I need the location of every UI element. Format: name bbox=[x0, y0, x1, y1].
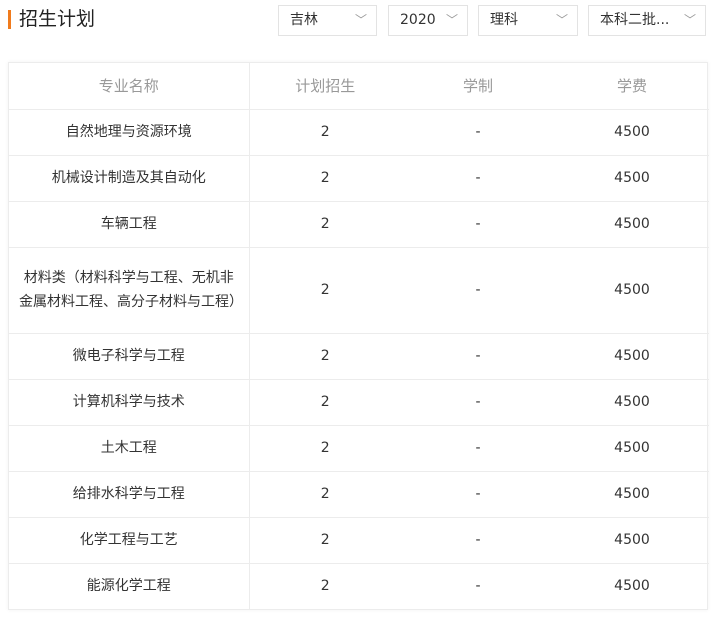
fee-cell: 4500 bbox=[555, 379, 709, 426]
table-row: 能源化学工程 2 - 4500 bbox=[9, 563, 709, 609]
batch-select-value: 本科二批... bbox=[600, 12, 670, 28]
table-row: 自然地理与资源环境 2 - 4500 bbox=[9, 109, 709, 156]
fee-cell: 4500 bbox=[555, 425, 709, 472]
major-cell: 给排水科学与工程 bbox=[9, 471, 250, 518]
plan-cell: 2 bbox=[249, 109, 401, 156]
table-row: 计算机科学与技术 2 - 4500 bbox=[9, 379, 709, 426]
chevron-down-icon: ﹀ bbox=[555, 13, 568, 27]
year-select-value: 2020 bbox=[400, 12, 436, 28]
fee-cell: 4500 bbox=[555, 201, 709, 248]
table-header-row: 专业名称 计划招生 学制 学费 bbox=[9, 63, 709, 110]
fee-cell: 4500 bbox=[555, 155, 709, 202]
chevron-down-icon: ﹀ bbox=[445, 13, 458, 27]
table-row: 材料类（材料科学与工程、无机非金属材料工程、高分子材料与工程） 2 - 4500 bbox=[9, 247, 709, 334]
duration-cell: - bbox=[401, 247, 555, 334]
duration-cell: - bbox=[401, 379, 555, 426]
major-cell: 车辆工程 bbox=[9, 201, 250, 248]
major-cell: 机械设计制造及其自动化 bbox=[9, 155, 250, 202]
title-accent-bar bbox=[8, 10, 11, 29]
column-header-duration: 学制 bbox=[401, 63, 555, 110]
major-cell: 微电子科学与工程 bbox=[9, 333, 250, 380]
duration-cell: - bbox=[401, 471, 555, 518]
table-row: 机械设计制造及其自动化 2 - 4500 bbox=[9, 155, 709, 202]
duration-cell: - bbox=[401, 201, 555, 248]
plan-cell: 2 bbox=[320, 578, 330, 595]
subject-select-value: 理科 bbox=[490, 12, 518, 28]
column-header-major: 专业名称 bbox=[9, 63, 250, 110]
table-row: 车辆工程 2 - 4500 bbox=[9, 201, 709, 248]
duration-cell: - bbox=[475, 578, 481, 595]
fee-cell: 4500 bbox=[555, 109, 709, 156]
major-cell: 能源化学工程 bbox=[9, 563, 250, 609]
subject-select[interactable]: 理科 ﹀ bbox=[478, 5, 578, 36]
plan-cell: 2 bbox=[249, 517, 401, 564]
major-cell: 计算机科学与技术 bbox=[9, 379, 250, 426]
major-cell: 化学工程与工艺 bbox=[9, 517, 250, 564]
enrollment-plan-table: 专业名称 计划招生 学制 学费 自然地理与资源环境 2 - 4500 机械设计制… bbox=[8, 62, 709, 610]
fee-cell: 4500 bbox=[555, 247, 709, 334]
column-header-fee: 学费 bbox=[555, 63, 709, 110]
fee-cell: 4500 bbox=[555, 517, 709, 564]
table-row: 微电子科学与工程 2 - 4500 bbox=[9, 333, 709, 380]
major-cell: 材料类（材料科学与工程、无机非金属材料工程、高分子材料与工程） bbox=[9, 247, 250, 334]
duration-cell: - bbox=[401, 155, 555, 202]
table-row: 土木工程 2 - 4500 bbox=[9, 425, 709, 472]
duration-cell: - bbox=[401, 425, 555, 472]
plan-cell: 2 bbox=[249, 201, 401, 248]
table-row: 给排水科学与工程 2 - 4500 bbox=[9, 471, 709, 518]
fee-cell: 4500 bbox=[614, 578, 650, 595]
table-row: 化学工程与工艺 2 - 4500 bbox=[9, 517, 709, 564]
duration-cell: - bbox=[401, 517, 555, 564]
fee-cell: 4500 bbox=[555, 333, 709, 380]
province-select-value: 吉林 bbox=[290, 12, 318, 28]
duration-cell: - bbox=[401, 109, 555, 156]
duration-cell: - bbox=[401, 333, 555, 380]
chevron-down-icon: ﹀ bbox=[354, 13, 367, 27]
plan-cell: 2 bbox=[249, 333, 401, 380]
page-header: 招生计划 吉林 ﹀ 2020 ﹀ 理科 ﹀ 本科二批... ﹀ bbox=[0, 0, 715, 40]
year-select[interactable]: 2020 ﹀ bbox=[388, 5, 468, 36]
fee-cell: 4500 bbox=[555, 471, 709, 518]
plan-cell: 2 bbox=[249, 379, 401, 426]
chevron-down-icon: ﹀ bbox=[683, 13, 696, 27]
plan-cell: 2 bbox=[249, 155, 401, 202]
plan-cell: 2 bbox=[249, 247, 401, 334]
plan-cell: 2 bbox=[249, 471, 401, 518]
plan-cell: 2 bbox=[249, 425, 401, 472]
major-cell: 自然地理与资源环境 bbox=[9, 109, 250, 156]
page-title: 招生计划 bbox=[19, 8, 96, 30]
major-cell: 土木工程 bbox=[9, 425, 250, 472]
province-select[interactable]: 吉林 ﹀ bbox=[278, 5, 377, 36]
column-header-plan: 计划招生 bbox=[249, 63, 401, 110]
batch-select[interactable]: 本科二批... ﹀ bbox=[588, 5, 706, 36]
